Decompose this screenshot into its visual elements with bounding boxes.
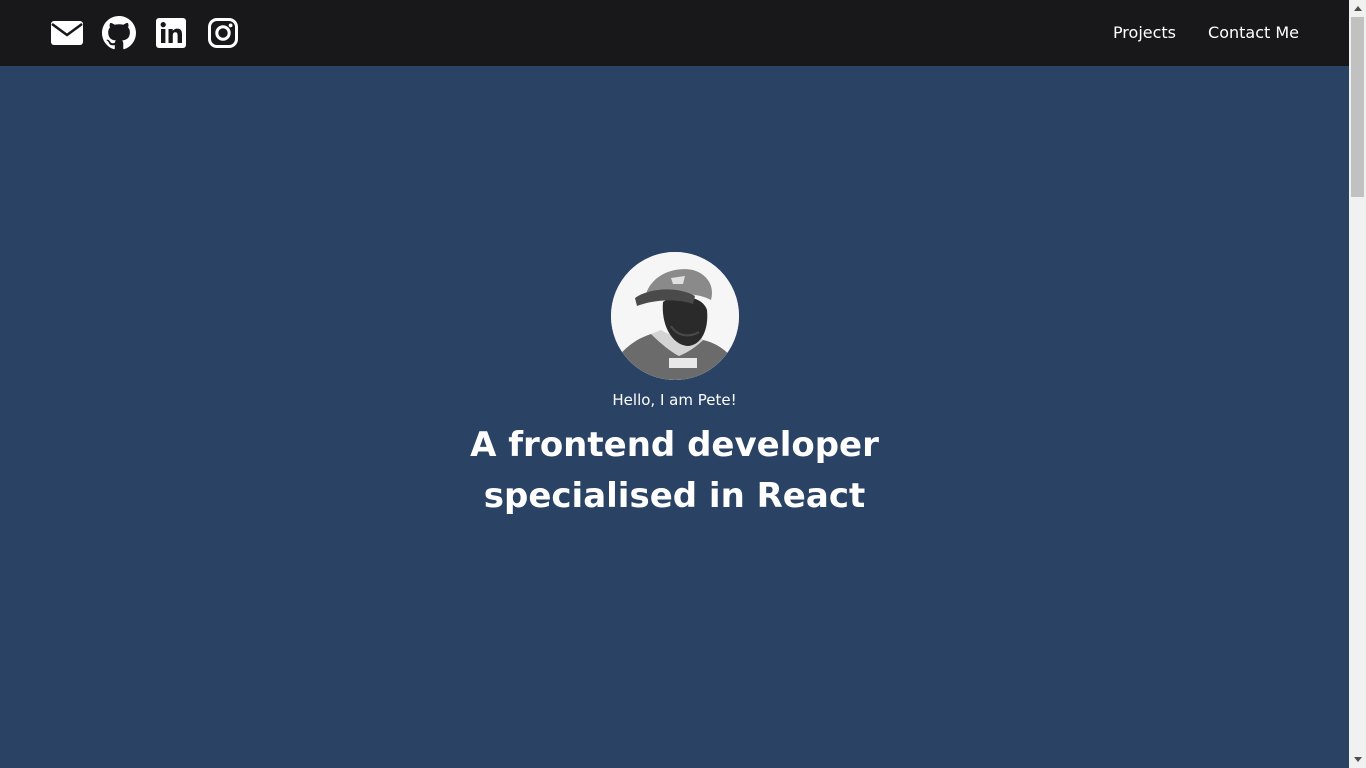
main-nav: Projects Contact Me [1113,22,1299,44]
scroll-up-arrow[interactable] [1349,0,1366,17]
vertical-scrollbar[interactable] [1349,0,1366,768]
github-icon [102,16,136,50]
caret-up-icon [1353,6,1362,11]
email-link[interactable] [50,16,84,50]
avatar [610,252,739,380]
scroll-down-arrow[interactable] [1349,751,1366,768]
profile-photo [610,252,739,380]
page-title: A frontend developer specialised in Reac… [470,425,879,516]
nav-contact-link[interactable]: Contact Me [1208,22,1299,44]
envelope-icon [51,21,83,45]
instagram-link[interactable] [206,16,240,50]
nav-projects-link[interactable]: Projects [1113,22,1176,44]
linkedin-icon [156,18,186,48]
greeting-text: Hello, I am Pete! [612,391,737,409]
page: Projects Contact Me Hello, I am Pete! A … [0,0,1349,768]
github-link[interactable] [102,16,136,50]
caret-down-icon [1353,757,1362,762]
linkedin-link[interactable] [154,16,188,50]
hero-section: Hello, I am Pete! A frontend developer s… [0,252,1349,522]
site-header: Projects Contact Me [0,0,1349,66]
scroll-thumb[interactable] [1351,17,1364,197]
social-links [50,16,240,50]
instagram-icon [208,18,238,48]
